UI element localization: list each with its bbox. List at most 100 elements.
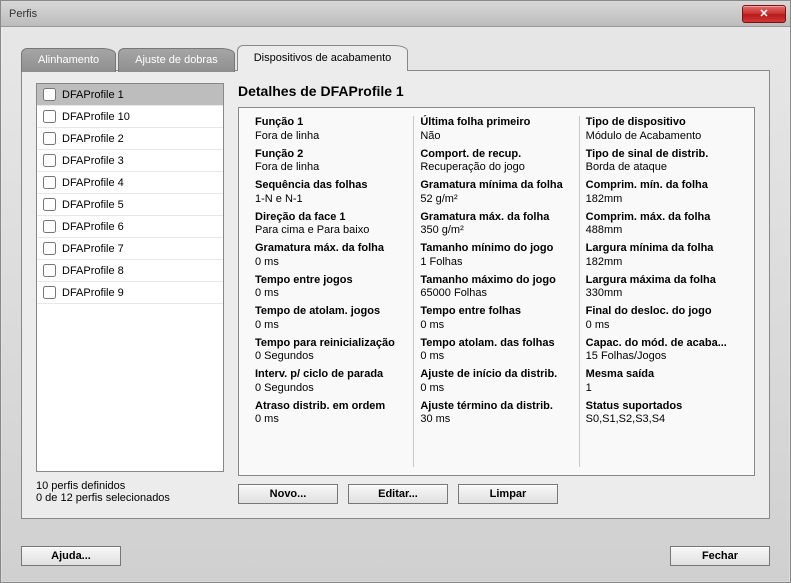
detail-value: S0,S1,S2,S3,S4 bbox=[586, 413, 738, 427]
profile-label: DFAProfile 8 bbox=[62, 265, 124, 277]
profile-checkbox[interactable] bbox=[43, 264, 56, 277]
detail-label: Tempo atolam. das folhas bbox=[420, 337, 572, 351]
detail-value: Para cima e Para baixo bbox=[255, 224, 407, 238]
detail-value: 350 g/m² bbox=[420, 224, 572, 238]
detail-pair: Interv. p/ ciclo de parada0 Segundos bbox=[255, 368, 407, 396]
detail-pair: Direção da face 1Para cima e Para baixo bbox=[255, 211, 407, 239]
detail-label: Última folha primeiro bbox=[420, 116, 572, 130]
detail-value: 52 g/m² bbox=[420, 193, 572, 207]
tab-ajuste-dobras[interactable]: Ajuste de dobras bbox=[118, 48, 235, 72]
detail-label: Tempo para reinicialização bbox=[255, 337, 407, 351]
profile-item[interactable]: DFAProfile 4 bbox=[37, 172, 223, 194]
edit-button[interactable]: Editar... bbox=[348, 484, 448, 504]
tab-alinhamento[interactable]: Alinhamento bbox=[21, 48, 116, 72]
detail-value: 488mm bbox=[586, 224, 738, 238]
detail-pair: Tamanho mínimo do jogo1 Folhas bbox=[420, 242, 572, 270]
detail-pair: Tempo para reinicialização0 Segundos bbox=[255, 337, 407, 365]
detail-label: Tempo entre jogos bbox=[255, 274, 407, 288]
profile-list[interactable]: DFAProfile 1 DFAProfile 10 DFAProfile 2 DFA… bbox=[36, 83, 224, 472]
clear-button[interactable]: Limpar bbox=[458, 484, 558, 504]
detail-pair: Atraso distrib. em ordem0 ms bbox=[255, 400, 407, 428]
detail-value: 0 ms bbox=[255, 319, 407, 333]
profile-label: DFAProfile 9 bbox=[62, 287, 124, 299]
detail-pair: Largura mínima da folha182mm bbox=[586, 242, 738, 270]
profile-label: DFAProfile 2 bbox=[62, 133, 124, 145]
detail-value: Borda de ataque bbox=[586, 161, 738, 175]
detail-pair: Tempo entre jogos0 ms bbox=[255, 274, 407, 302]
profile-checkbox[interactable] bbox=[43, 198, 56, 211]
detail-label: Gramatura mínima da folha bbox=[420, 179, 572, 193]
profile-item[interactable]: DFAProfile 7 bbox=[37, 238, 223, 260]
detail-value: 1 bbox=[586, 382, 738, 396]
tab-panel: DFAProfile 1 DFAProfile 10 DFAProfile 2 DFA… bbox=[21, 70, 770, 519]
tab-dispositivos-acabamento[interactable]: Dispositivos de acabamento bbox=[237, 45, 409, 71]
profile-item[interactable]: DFAProfile 1 bbox=[37, 84, 223, 106]
detail-label: Comport. de recup. bbox=[420, 148, 572, 162]
detail-label: Tamanho mínimo do jogo bbox=[420, 242, 572, 256]
detail-pair: Função 2Fora de linha bbox=[255, 148, 407, 176]
detail-label: Capac. do mód. de acaba... bbox=[586, 337, 738, 351]
detail-value: 65000 Folhas bbox=[420, 287, 572, 301]
detail-value: 0 ms bbox=[420, 319, 572, 333]
profile-checkbox[interactable] bbox=[43, 88, 56, 101]
detail-label: Gramatura máx. da folha bbox=[255, 242, 407, 256]
detail-pair: Comprim. máx. da folha488mm bbox=[586, 211, 738, 239]
detail-pair: Largura máxima da folha330mm bbox=[586, 274, 738, 302]
detail-pair: Comport. de recup.Recuperação do jogo bbox=[420, 148, 572, 176]
detail-label: Ajuste término da distrib. bbox=[420, 400, 572, 414]
detail-pair: Tempo entre folhas0 ms bbox=[420, 305, 572, 333]
detail-label: Ajuste de início da distrib. bbox=[420, 368, 572, 382]
detail-value: 330mm bbox=[586, 287, 738, 301]
detail-label: Função 1 bbox=[255, 116, 407, 130]
detail-value: 0 ms bbox=[255, 256, 407, 270]
detail-value: 182mm bbox=[586, 193, 738, 207]
profile-item[interactable]: DFAProfile 5 bbox=[37, 194, 223, 216]
profile-checkbox[interactable] bbox=[43, 242, 56, 255]
window-body: Alinhamento Ajuste de dobras Dispositivo… bbox=[1, 27, 790, 536]
detail-pair: Tamanho máximo do jogo65000 Folhas bbox=[420, 274, 572, 302]
profile-checkbox[interactable] bbox=[43, 286, 56, 299]
detail-value: Fora de linha bbox=[255, 161, 407, 175]
details-col-3: Tipo de dispositivoMódulo de AcabamentoT… bbox=[580, 116, 744, 467]
detail-pair: Tipo de dispositivoMódulo de Acabamento bbox=[586, 116, 738, 144]
profile-item[interactable]: DFAProfile 2 bbox=[37, 128, 223, 150]
help-button[interactable]: Ajuda... bbox=[21, 546, 121, 566]
detail-value: 30 ms bbox=[420, 413, 572, 427]
footer: Ajuda... Fechar bbox=[1, 536, 790, 582]
window-close-button[interactable]: ✕ bbox=[742, 5, 786, 23]
detail-pair: Comprim. mín. da folha182mm bbox=[586, 179, 738, 207]
detail-pair: Tempo atolam. das folhas0 ms bbox=[420, 337, 572, 365]
detail-label: Direção da face 1 bbox=[255, 211, 407, 225]
detail-label: Comprim. máx. da folha bbox=[586, 211, 738, 225]
profile-checkbox[interactable] bbox=[43, 220, 56, 233]
detail-pair: Tempo de atolam. jogos0 ms bbox=[255, 305, 407, 333]
detail-label: Sequência das folhas bbox=[255, 179, 407, 193]
profile-checkbox[interactable] bbox=[43, 110, 56, 123]
new-button[interactable]: Novo... bbox=[238, 484, 338, 504]
profile-item[interactable]: DFAProfile 6 bbox=[37, 216, 223, 238]
profile-checkbox[interactable] bbox=[43, 132, 56, 145]
close-button[interactable]: Fechar bbox=[670, 546, 770, 566]
detail-label: Comprim. mín. da folha bbox=[586, 179, 738, 193]
close-icon: ✕ bbox=[759, 7, 768, 20]
detail-pair: Final do desloc. do jogo0 ms bbox=[586, 305, 738, 333]
profile-item[interactable]: DFAProfile 10 bbox=[37, 106, 223, 128]
detail-label: Gramatura máx. da folha bbox=[420, 211, 572, 225]
detail-pair: Sequência das folhas1-N e N-1 bbox=[255, 179, 407, 207]
detail-value: Fora de linha bbox=[255, 130, 407, 144]
profile-label: DFAProfile 10 bbox=[62, 111, 130, 123]
panel-row: DFAProfile 1 DFAProfile 10 DFAProfile 2 DFA… bbox=[36, 83, 755, 504]
profile-item[interactable]: DFAProfile 8 bbox=[37, 260, 223, 282]
details-col-1: Função 1Fora de linhaFunção 2Fora de lin… bbox=[249, 116, 414, 467]
profile-item[interactable]: DFAProfile 9 bbox=[37, 282, 223, 304]
profile-item[interactable]: DFAProfile 3 bbox=[37, 150, 223, 172]
detail-label: Função 2 bbox=[255, 148, 407, 162]
profile-checkbox[interactable] bbox=[43, 154, 56, 167]
detail-pair: Ajuste término da distrib.30 ms bbox=[420, 400, 572, 428]
window-title: Perfis bbox=[9, 8, 37, 20]
detail-pair: Status suportadosS0,S1,S2,S3,S4 bbox=[586, 400, 738, 428]
details-buttons: Novo... Editar... Limpar bbox=[238, 484, 755, 504]
profile-checkbox[interactable] bbox=[43, 176, 56, 189]
titlebar: Perfis ✕ bbox=[1, 1, 790, 27]
detail-value: 0 ms bbox=[255, 413, 407, 427]
